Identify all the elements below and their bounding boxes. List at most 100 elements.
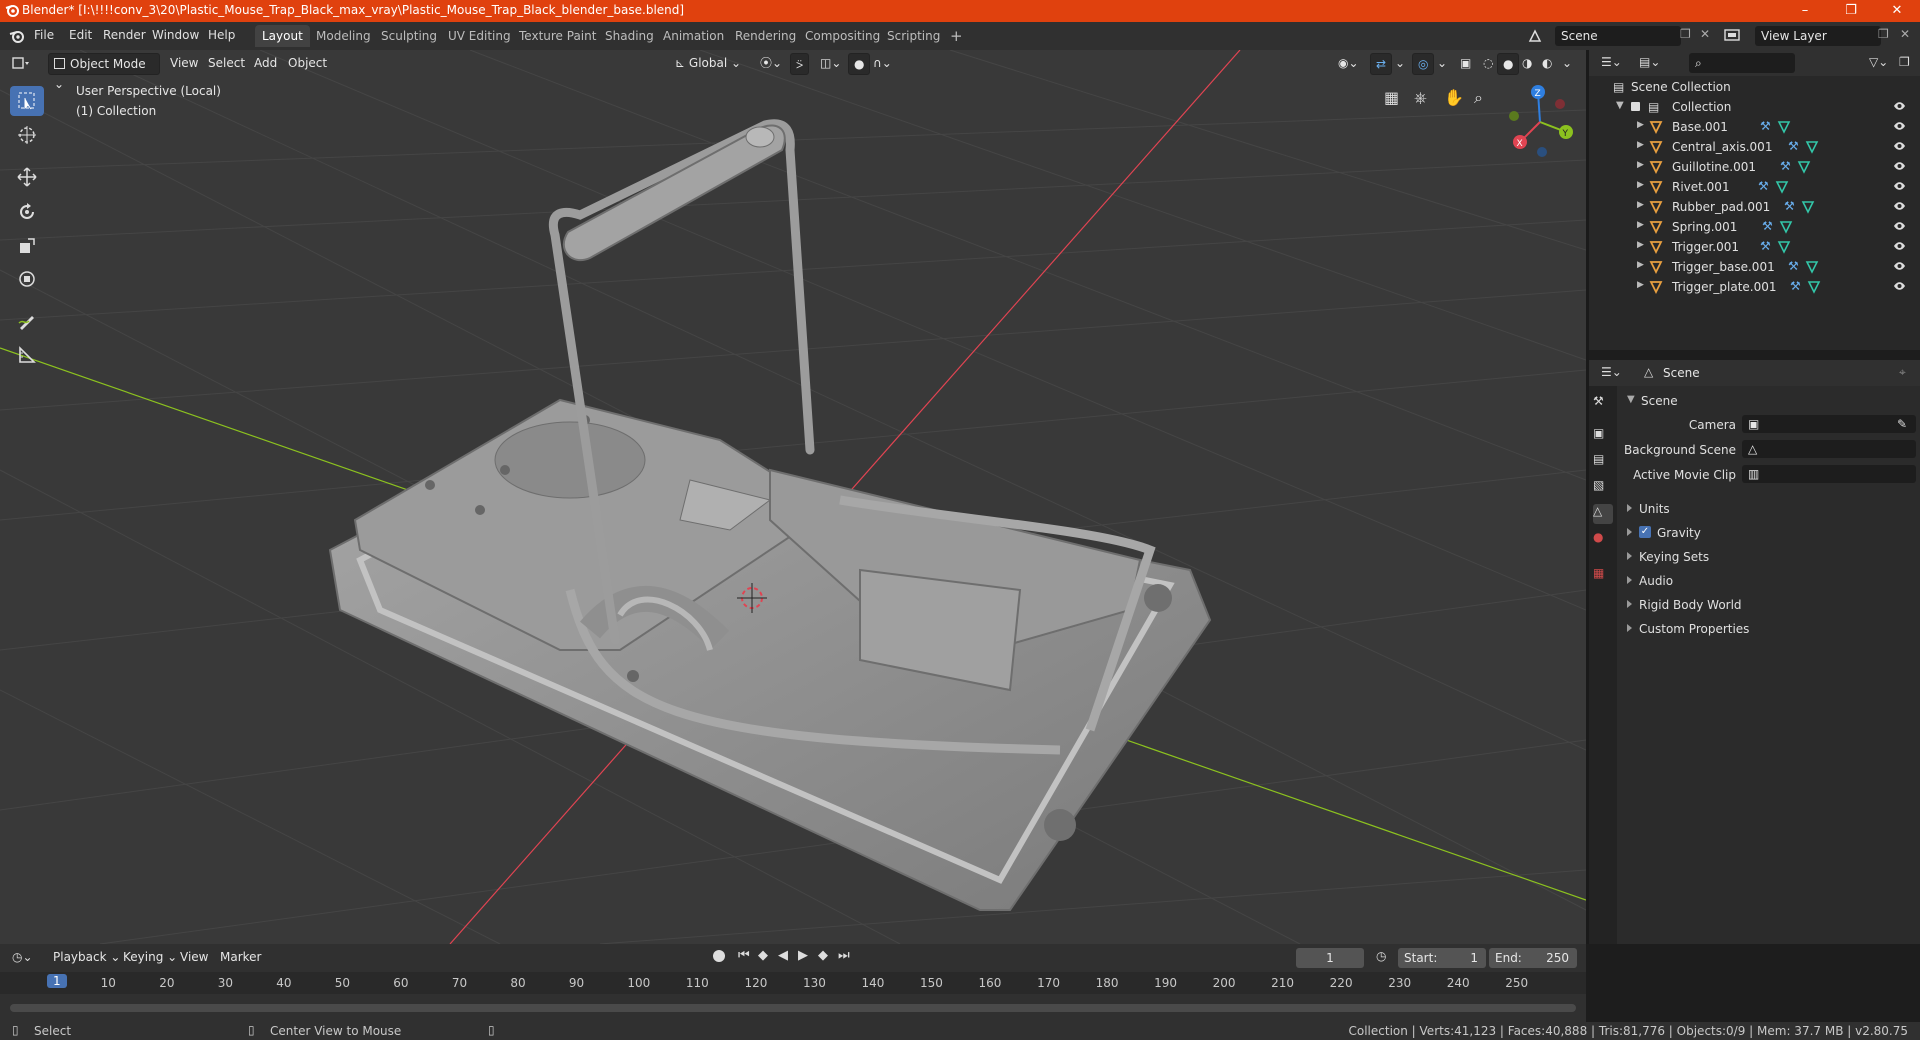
filter-icon[interactable]: ▽⌄ [1869,55,1888,69]
prev-keyframe-icon[interactable]: ◆ [758,948,768,963]
rotate-tool[interactable] [10,197,44,227]
mesh-data-icon[interactable] [1797,160,1811,174]
transform-orientation-selector[interactable]: ⊾ Global ⌄ [670,53,746,73]
modifier-wrench-icon[interactable]: ⚒ [1758,179,1769,193]
view-layer-tab-icon[interactable]: ▧ [1593,478,1613,498]
outliner-row-object[interactable]: ▶ Trigger_base.001 ⚒ [1589,257,1920,277]
expand-arrow-icon[interactable]: ▶ [1637,260,1644,270]
scene-panel-header[interactable]: ▼ Scene [1617,390,1920,412]
neg-y-axis-icon[interactable] [1509,111,1519,121]
snap-target-icon[interactable]: ◫⌄ [815,53,846,73]
outliner[interactable]: ☰⌄ ▤⌄ ⌕ ▽⌄ ❐ ▤ Scene Collection ▼ ▤ Coll… [1589,50,1920,350]
scene-tab-icon[interactable]: △ [1593,504,1613,524]
clock-icon[interactable]: ◷ [1376,949,1386,963]
toggle-grid-view-icon[interactable]: ▦ [1384,88,1399,107]
modifier-wrench-icon[interactable]: ⚒ [1780,159,1791,173]
camera-field[interactable]: ▣ [1742,415,1916,433]
tab-modeling[interactable]: Modeling [309,25,378,47]
timeline-menu-keying[interactable]: Keying ⌄ [118,947,182,967]
overlays-menu-icon[interactable]: ⌄ [1432,53,1452,73]
expand-arrow-icon[interactable]: ▶ [1637,140,1644,150]
expand-arrow-icon[interactable]: ▶ [1637,120,1644,130]
timeline-editor-type-icon[interactable]: ◷⌄ [12,950,33,964]
eye-icon[interactable] [1893,261,1906,271]
expand-arrow-icon[interactable]: ▶ [1637,220,1644,230]
units-panel-header[interactable]: Units [1617,498,1920,520]
tab-sculpting[interactable]: Sculpting [374,25,444,47]
select-box-tool[interactable] [10,86,44,116]
pivot-point-icon[interactable]: ⦿⌄ [755,53,787,73]
eye-icon[interactable] [1893,161,1906,171]
add-workspace-button[interactable]: + [943,25,970,47]
properties-editor-type-icon[interactable]: ☰⌄ [1601,365,1622,379]
menu-render[interactable]: Render [103,28,146,42]
tool-tab-icon[interactable]: ⚒ [1593,394,1613,414]
background-scene-field[interactable]: △ [1742,440,1916,458]
outliner-row-object[interactable]: ▶ Trigger_plate.001 ⚒ [1589,277,1920,297]
render-tab-icon[interactable]: ▣ [1593,426,1613,446]
snap-icon[interactable]: ⍩ [790,53,810,75]
next-keyframe-icon[interactable]: ◆ [818,948,828,963]
measure-tool[interactable] [10,340,44,370]
record-icon[interactable] [713,950,725,962]
mesh-data-icon[interactable] [1801,200,1815,214]
eye-icon[interactable] [1893,281,1906,291]
outliner-row-collection[interactable]: ▼ ▤ Collection [1589,97,1920,117]
gravity-panel-header[interactable]: ✓ Gravity [1617,522,1920,544]
menu-help[interactable]: Help [208,28,235,42]
mesh-data-icon[interactable] [1805,260,1819,274]
mesh-data-icon[interactable] [1779,220,1793,234]
modifier-wrench-icon[interactable]: ⚒ [1760,119,1771,133]
blender-menu-icon[interactable] [9,28,25,44]
neg-z-axis-icon[interactable] [1537,147,1547,157]
menu-window[interactable]: Window [152,28,199,42]
collection-checkbox[interactable] [1631,102,1640,111]
new-scene-icon[interactable]: ❐ [1680,27,1691,41]
view-layer-selector[interactable]: View Layer [1755,26,1881,46]
outliner-editor-type-icon[interactable]: ☰⌄ [1601,55,1622,69]
play-reverse-icon[interactable]: ◀ [778,948,788,963]
modifier-wrench-icon[interactable]: ⚒ [1788,139,1799,153]
remove-view-layer-icon[interactable]: ✕ [1900,27,1910,41]
rigid-body-world-panel-header[interactable]: Rigid Body World [1617,594,1920,616]
viewport-menu-select[interactable]: Select [203,53,250,73]
expand-arrow-icon[interactable]: ▶ [1637,280,1644,290]
scene-selector[interactable]: Scene [1555,26,1681,46]
texture-tab-icon[interactable]: ▦ [1593,566,1613,586]
eye-icon[interactable] [1893,101,1906,111]
editor-type-icon[interactable] [12,56,30,70]
mode-selector[interactable]: Object Mode ⌄ [48,53,160,91]
outliner-row-object[interactable]: ▶ Spring.001 ⚒ [1589,217,1920,237]
tab-rendering[interactable]: Rendering [728,25,803,47]
mesh-data-icon[interactable] [1777,120,1791,134]
material-shading-icon[interactable]: ◑ [1517,53,1537,73]
remove-scene-icon[interactable]: ✕ [1700,27,1710,41]
outliner-row-object[interactable]: ▶ Central_axis.001 ⚒ [1589,137,1920,157]
navigation-gizmo[interactable]: Z Y X [1500,80,1580,160]
keying-sets-panel-header[interactable]: Keying Sets [1617,546,1920,568]
transform-tool[interactable] [10,264,44,294]
tab-animation[interactable]: Animation [656,25,731,47]
modifier-wrench-icon[interactable]: ⚒ [1788,259,1799,273]
outliner-row-object[interactable]: ▶ Trigger.001 ⚒ [1589,237,1920,257]
eyedropper-icon[interactable]: ✎ [1897,417,1907,431]
properties-editor[interactable]: ☰⌄ △ Scene ⌖ ⚒ ▣ ▤ ▧ △ ● ▦ ▼ Scene Camer… [1589,360,1920,944]
wireframe-shading-icon[interactable]: ◌ [1478,53,1498,73]
timeline-menu-playback[interactable]: Playback ⌄ [48,947,125,967]
xray-toggle-icon[interactable]: ▣ [1455,53,1476,73]
mesh-data-icon[interactable] [1805,140,1819,154]
falloff-icon[interactable]: ∩⌄ [868,53,897,73]
eye-icon[interactable] [1893,221,1906,231]
start-frame-field[interactable]: Start: 1 [1398,948,1486,968]
tab-texture-paint[interactable]: Texture Paint [512,25,603,47]
display-mode-icon[interactable]: ▤⌄ [1639,55,1660,69]
modifier-wrench-icon[interactable]: ⚒ [1784,199,1795,213]
eye-icon[interactable] [1893,181,1906,191]
viewport-menu-object[interactable]: Object [283,53,332,73]
minimize-icon[interactable]: – [1782,0,1828,22]
outliner-row-scene-collection[interactable]: ▤ Scene Collection [1589,77,1920,97]
camera-view-icon[interactable]: ⎈ [1414,88,1427,108]
active-movie-clip-field[interactable]: ▥ [1742,465,1916,483]
end-frame-field[interactable]: End: 250 [1489,948,1577,968]
gravity-checkbox[interactable]: ✓ [1639,526,1651,538]
